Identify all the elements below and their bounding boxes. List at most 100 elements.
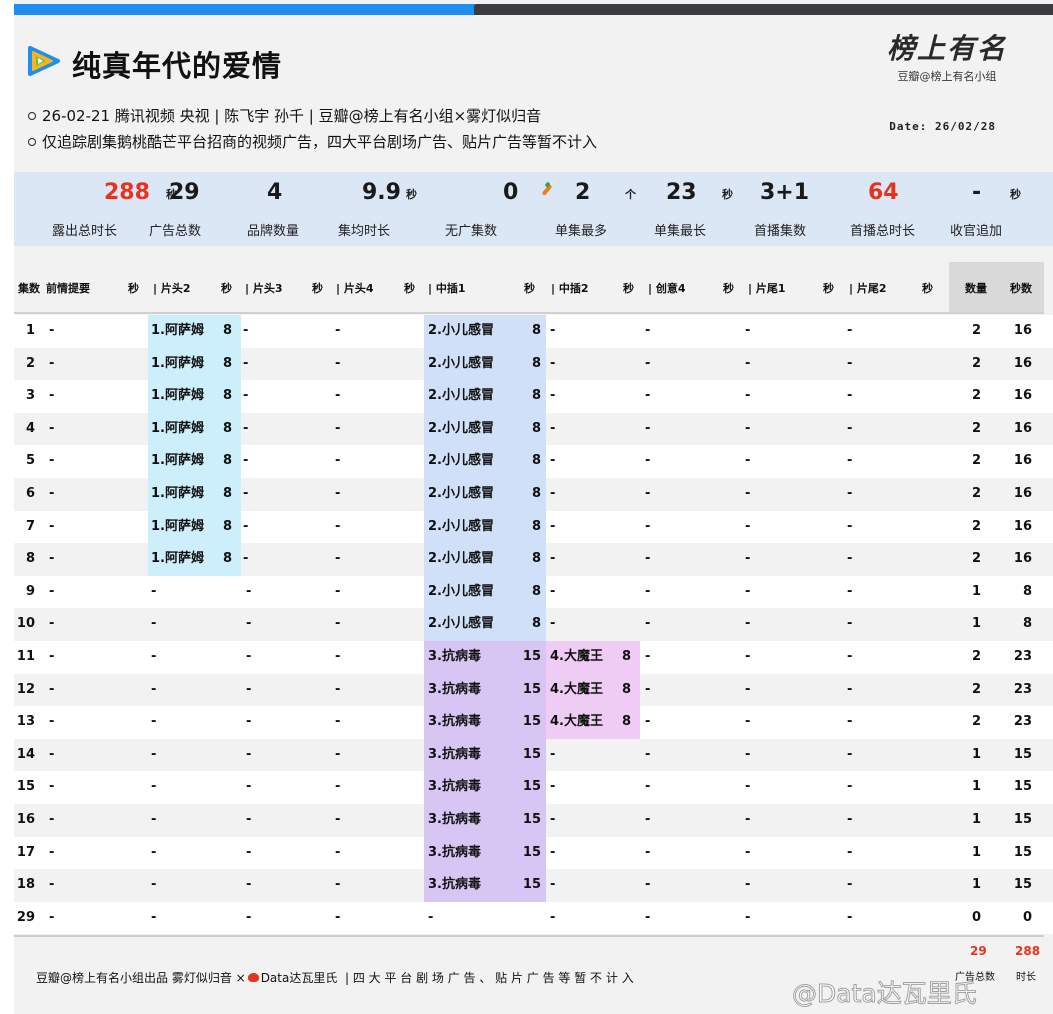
cell-mid1_s: 8: [531, 453, 541, 469]
cell-cre4: -: [645, 453, 651, 469]
cell-pre3: -: [246, 616, 252, 632]
stat-value: 3+1: [760, 180, 810, 205]
info-line-1: 26-02-21 腾讯视频 央视 | 陈飞宇 孙千 | 豆瓣@榜上有名小组×雾灯…: [28, 105, 541, 126]
cell-end2: -: [847, 355, 853, 371]
total-seconds-label: 时长: [1016, 972, 1036, 983]
cell-mid2: -: [550, 844, 556, 860]
cell-mid1_s: 15: [522, 844, 541, 860]
cell-end1: -: [745, 877, 751, 893]
cell-pre2: -: [151, 649, 157, 664]
cell-mid2: -: [550, 877, 556, 893]
cell-recap: -: [49, 746, 55, 762]
cell-pre3: -: [246, 714, 252, 730]
cell-end2: -: [847, 649, 853, 664]
col-preroll4-sec: 秒: [404, 282, 415, 295]
cell-end1: -: [745, 518, 751, 534]
weibo-icon: [247, 973, 259, 982]
cell-ep: 3: [25, 388, 35, 404]
table-row: 18- - - -3.抗病毒 15- - - -1 15: [14, 869, 1053, 902]
table-row: 29- - - - - - - - -0 0: [14, 901, 1053, 935]
cell-pre3: -: [243, 518, 249, 534]
col-midroll1-sec: 秒: [524, 282, 535, 295]
cell-ep: 15: [16, 779, 35, 795]
cell-mid1: 3.抗病毒: [428, 714, 481, 730]
bullet-icon: [28, 138, 36, 146]
cell-mid2_s: 8: [622, 714, 632, 730]
cell-mid2_s: 8: [622, 681, 632, 697]
cell-end1: -: [745, 453, 751, 469]
cell-mid2: -: [550, 583, 556, 599]
cell-pre3: -: [246, 746, 252, 762]
cell-mid1_s: 8: [531, 420, 541, 436]
table-header: 集数 前情提要 秒 | 片头2 秒 | 片头3 秒 | 片头4 秒 | 中插1 …: [14, 262, 1053, 314]
cell-end1: -: [745, 388, 751, 404]
cell-cre4: -: [645, 909, 651, 925]
stat-label: 广告总数: [149, 224, 202, 239]
cell-mid1_s: 8: [531, 616, 541, 632]
col-endroll1-sec: 秒: [823, 282, 834, 295]
cell-secs: 16: [1013, 518, 1032, 534]
cell-mid1_s: 15: [522, 812, 541, 827]
cell-mid2: 4.大魔王: [550, 714, 603, 730]
cell-end2: -: [847, 486, 853, 501]
cell-pre4: -: [335, 518, 341, 534]
col-endroll1: | 片尾1: [748, 282, 786, 295]
cell-recap: -: [49, 420, 55, 436]
cell-mid1: 3.抗病毒: [428, 779, 481, 795]
cell-end1: -: [745, 616, 751, 632]
table-row: 17- - - -3.抗病毒 15- - - -1 15: [14, 836, 1053, 870]
cell-count: 1: [971, 616, 981, 632]
cell-pre2: -: [151, 877, 157, 893]
cell-secs: 23: [1013, 681, 1032, 697]
cell-count: 1: [971, 746, 981, 762]
cell-secs: 8: [1022, 583, 1032, 599]
cell-mid1: 3.抗病毒: [428, 649, 481, 664]
cell-end2: -: [847, 616, 853, 632]
cell-mid2: -: [550, 388, 556, 404]
cell-mid2: -: [550, 746, 556, 762]
cell-secs: 15: [1013, 877, 1032, 893]
table-row: 6-1.阿萨姆 8- -2.小儿感冒 8- - - -2 16: [14, 478, 1053, 511]
cell-count: 1: [971, 583, 981, 599]
cell-pre2: 1.阿萨姆: [151, 453, 204, 469]
cell-recap: -: [49, 681, 55, 697]
cell-pre4: -: [335, 877, 341, 893]
cell-pre2: -: [151, 746, 157, 762]
cell-mid1_s: 8: [531, 323, 541, 338]
cell-end2: -: [847, 779, 853, 795]
cell-mid1: 2.小儿感冒: [428, 551, 494, 567]
cell-mid1_s: 15: [522, 779, 541, 795]
cell-recap: -: [49, 812, 55, 827]
cell-cre4: -: [645, 746, 651, 762]
cell-pre3: -: [246, 649, 252, 664]
stat-value: 0: [503, 180, 519, 205]
cell-secs: 8: [1022, 616, 1032, 632]
table-row: 7-1.阿萨姆 8- -2.小儿感冒 8- - - -2 16: [14, 510, 1053, 544]
cell-end1: -: [745, 714, 751, 730]
cell-end2: -: [847, 388, 853, 404]
cell-mid1_s: 8: [531, 486, 541, 501]
cell-mid1_s: 15: [522, 649, 541, 664]
col-preroll2-sec: 秒: [221, 282, 232, 295]
table-row: 10- - - -2.小儿感冒 8- - - -1 8: [14, 608, 1053, 641]
cell-pre2: -: [151, 779, 157, 795]
cell-count: 2: [971, 323, 981, 338]
cell-pre4: -: [335, 844, 341, 860]
cell-mid1: 3.抗病毒: [428, 877, 481, 893]
top-accent-bar: [14, 4, 1053, 15]
cell-pre3: -: [246, 877, 252, 893]
cell-secs: 16: [1013, 551, 1032, 567]
cell-ep: 13: [16, 714, 35, 730]
cell-recap: -: [49, 583, 55, 599]
cell-pre2: 1.阿萨姆: [151, 388, 204, 404]
cell-pre4: -: [335, 812, 341, 827]
cell-pre3: -: [243, 486, 249, 501]
cell-secs: 15: [1013, 812, 1032, 827]
cell-mid1_s: 15: [522, 746, 541, 762]
stat-label: 首播总时长: [850, 224, 916, 239]
table-row: 14- - - -3.抗病毒 15- - - -1 15: [14, 738, 1053, 772]
cell-mid1: -: [428, 909, 434, 925]
cell-count: 2: [971, 388, 981, 404]
cell-pre4: -: [335, 681, 341, 697]
cell-recap: -: [49, 844, 55, 860]
